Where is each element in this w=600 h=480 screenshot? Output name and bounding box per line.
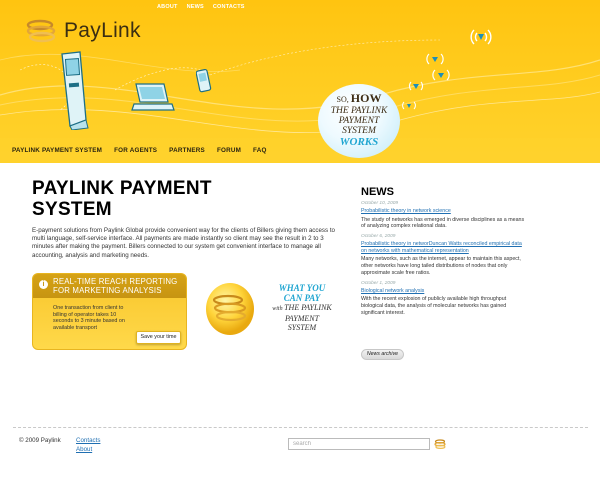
- how-so: SO,: [336, 95, 349, 104]
- signal-icon: [470, 29, 492, 45]
- how-works: WORKS: [339, 136, 379, 148]
- promo-text: One transaction from client to billing o…: [53, 305, 125, 331]
- logo-text: PayLink: [64, 19, 141, 42]
- how-word: HOW: [350, 91, 382, 105]
- news-date: October 1, 2009: [361, 280, 396, 286]
- nav-paylink-payment-system[interactable]: PAYLINK PAYMENT SYSTEM: [12, 147, 102, 154]
- laptop-icon: [131, 83, 175, 111]
- news-text: Many networks, such as the internet, app…: [361, 256, 521, 276]
- wcp-with: with: [272, 306, 283, 312]
- news-link[interactable]: Biological network analysis: [361, 288, 526, 295]
- nav-forum[interactable]: FORUM: [217, 147, 241, 154]
- news-text: The study of networks has emerged in div…: [361, 216, 525, 230]
- signal-icon: [432, 69, 450, 81]
- top-link-about[interactable]: ABOUT: [157, 4, 178, 10]
- mobile-phone-icon: [196, 68, 212, 93]
- top-link-contacts[interactable]: CONTACTS: [213, 4, 245, 10]
- footer-link-about[interactable]: About: [76, 446, 100, 453]
- search-submit-icon[interactable]: [434, 438, 446, 450]
- main-nav: PAYLINK PAYMENT SYSTEM FOR AGENTS PARTNE…: [12, 147, 267, 154]
- search-input[interactable]: [288, 438, 430, 450]
- signal-icon: [426, 53, 444, 65]
- wcp-line-1: WHAT YOU: [278, 283, 326, 293]
- how-line-3: SYSTEM: [342, 126, 376, 136]
- how-line-1: THE PAYLINK: [330, 106, 388, 116]
- news-link[interactable]: Probabilistic theory in networDuncan Wat…: [361, 241, 526, 254]
- nav-partners[interactable]: PARTNERS: [169, 147, 205, 154]
- wcp-line-5: SYSTEM: [287, 323, 317, 332]
- payment-kiosk-icon: [61, 51, 89, 130]
- wcp-line-4: PAYMENT: [284, 314, 320, 323]
- wcp-line-2: CAN PAY: [283, 293, 321, 303]
- news-title: NEWS: [361, 186, 394, 198]
- nav-faq[interactable]: FAQ: [253, 147, 267, 154]
- signal-icon: [402, 101, 416, 110]
- wcp-line-3: THE PAYLINK: [284, 303, 332, 312]
- paylink-logo-icon: [26, 19, 56, 43]
- page-title: PAYLINK PAYMENT SYSTEM: [32, 178, 212, 220]
- paylink-coin-icon[interactable]: [204, 280, 256, 338]
- save-your-time-button[interactable]: Save your time: [136, 331, 181, 344]
- news-item: October 6, 2009 Probabilistic theory in …: [361, 234, 526, 277]
- how-it-works-bubble[interactable]: SO, HOW THE PAYLINK PAYMENT SYSTEM WORKS: [318, 84, 400, 158]
- footer-links: Contacts About: [76, 437, 100, 453]
- top-link-news[interactable]: NEWS: [187, 4, 204, 10]
- news-list: October 10, 2009 Probabilistic theory in…: [361, 201, 526, 321]
- news-item: October 10, 2009 Probabilistic theory in…: [361, 201, 526, 230]
- footer-link-contacts[interactable]: Contacts: [76, 437, 100, 444]
- news-date: October 6, 2009: [361, 234, 396, 240]
- what-you-can-pay[interactable]: WHAT YOU CAN PAY with THE PAYLINK PAYMEN…: [252, 283, 352, 332]
- marketing-promo-banner[interactable]: i REAL-TIME REACH REPORTING FOR MARKETIN…: [32, 273, 187, 350]
- copyright: © 2009 Paylink: [19, 437, 61, 444]
- header: ABOUT NEWS CONTACTS PayLink SO, HOW THE …: [0, 0, 600, 163]
- footer-divider: [13, 427, 588, 428]
- intro-text: E-payment solutions from Paylink Global …: [32, 227, 335, 259]
- news-date: October 10, 2009: [361, 201, 399, 206]
- logo[interactable]: PayLink: [24, 14, 141, 48]
- news-item: October 1, 2009 Biological network analy…: [361, 281, 526, 317]
- promo-title: REAL-TIME REACH REPORTING FOR MARKETING …: [53, 277, 178, 295]
- news-text: With the recent explosion of publicly av…: [361, 296, 507, 316]
- news-archive-button[interactable]: News archive: [361, 349, 404, 360]
- top-links: ABOUT NEWS CONTACTS: [157, 4, 245, 10]
- info-icon: i: [39, 280, 48, 289]
- how-line-2: PAYMENT: [338, 116, 380, 126]
- nav-for-agents[interactable]: FOR AGENTS: [114, 147, 157, 154]
- news-link[interactable]: Probabilistic theory in network science: [361, 208, 526, 215]
- signal-icon: [408, 81, 424, 91]
